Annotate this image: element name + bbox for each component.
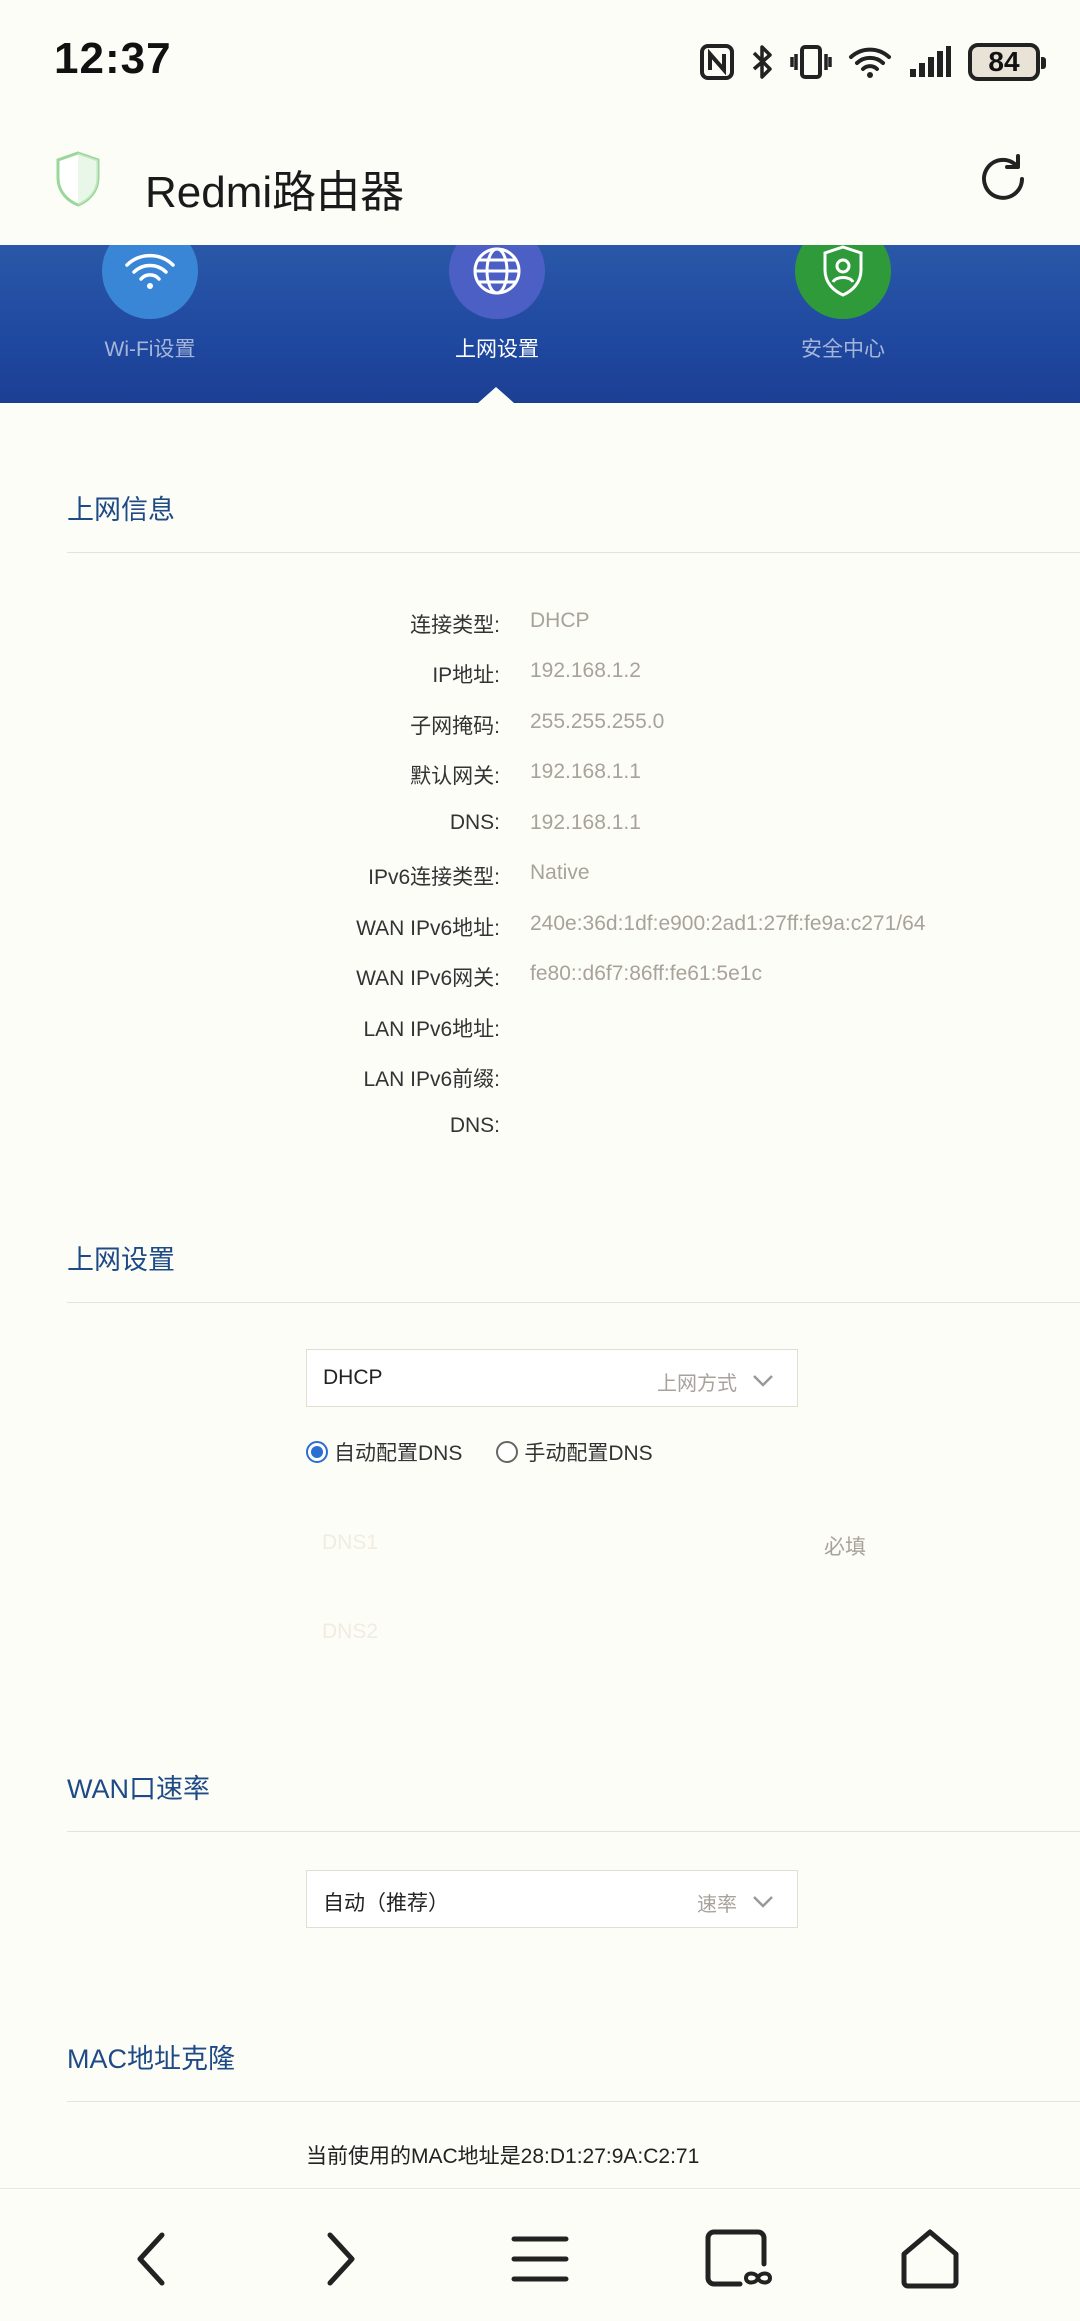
browser-bottom-nav xyxy=(0,2188,1080,2321)
info-row-ip: IP地址: 192.168.1.2 xyxy=(0,659,1080,693)
refresh-icon[interactable] xyxy=(974,150,1032,208)
cell-signal-icon xyxy=(910,46,951,77)
info-row-wan-ipv6-gateway: WAN IPv6网关: fe80::d6f7:86ff:fe61:5e1c xyxy=(0,962,1080,996)
chevron-down-icon xyxy=(753,1896,773,1908)
wan-speed-select[interactable]: 自动（推荐） 速率 xyxy=(306,1870,798,1928)
info-key: 子网掩码: xyxy=(410,715,500,738)
current-mac-text: 当前使用的MAC地址是28:D1:27:9A:C2:71 xyxy=(306,2145,700,2168)
info-row-wan-ipv6-address: WAN IPv6地址: 240e:36d:1df:e900:2ad1:27ff:f… xyxy=(0,912,1080,946)
forward-button[interactable] xyxy=(300,2227,380,2291)
tab-wifi-settings[interactable]: Wi-Fi设置 xyxy=(50,245,250,363)
info-key: IP地址: xyxy=(432,664,500,687)
divider xyxy=(67,1831,1080,1832)
dns2-placeholder: DNS2 xyxy=(322,1620,379,1643)
dns-manual-radio[interactable] xyxy=(496,1441,519,1463)
shield-logo-icon xyxy=(56,151,100,207)
bluetooth-icon xyxy=(752,45,772,79)
tab-security-center[interactable]: 安全中心 xyxy=(743,245,943,363)
info-value: Native xyxy=(530,861,590,884)
vibrate-icon xyxy=(790,45,832,79)
tabs-icon xyxy=(705,2229,773,2287)
back-button[interactable] xyxy=(112,2227,192,2291)
connection-mode-select[interactable]: DHCP 上网方式 xyxy=(306,1349,798,1407)
info-key: LAN IPv6地址: xyxy=(363,1018,500,1041)
tab-security-circle xyxy=(795,245,891,319)
home-icon xyxy=(901,2229,959,2289)
tabs-button[interactable] xyxy=(700,2227,780,2291)
divider xyxy=(67,2101,1080,2102)
chevron-right-icon xyxy=(327,2232,355,2286)
shield-user-icon xyxy=(823,245,863,297)
connection-mode-value: DHCP xyxy=(323,1366,383,1389)
settings-tab-bar: Wi-Fi设置 上网设置 安全中心 xyxy=(0,245,1080,403)
menu-icon xyxy=(511,2236,569,2282)
dns1-required-label: 必填 xyxy=(824,1536,866,1559)
tab-wifi-circle xyxy=(102,245,198,319)
chevron-left-icon xyxy=(137,2232,165,2286)
internet-settings-title: 上网设置 xyxy=(67,1245,175,1275)
info-value: 255.255.255.0 xyxy=(530,710,665,733)
info-key: DNS: xyxy=(449,811,500,834)
tab-internet-label: 上网设置 xyxy=(455,338,539,361)
info-key: WAN IPv6地址: xyxy=(356,917,500,940)
globe-icon xyxy=(473,247,521,295)
info-key: LAN IPv6前缀: xyxy=(363,1068,500,1091)
home-button[interactable] xyxy=(890,2227,970,2291)
dns1-field[interactable]: DNS1 必填 xyxy=(306,1515,866,1571)
info-value: 240e:36d:1df:e900:2ad1:27ff:fe9a:c271/64 xyxy=(530,912,926,935)
nfc-icon xyxy=(700,44,734,80)
info-row-connection-type: 连接类型: DHCP xyxy=(0,609,1080,643)
dns1-placeholder: DNS1 xyxy=(322,1531,379,1554)
chevron-down-icon xyxy=(753,1375,773,1387)
status-bar: 12:37 84 xyxy=(0,0,1080,120)
battery-indicator: 84 xyxy=(968,43,1046,81)
info-key: 连接类型: xyxy=(410,614,500,637)
battery-level: 84 xyxy=(988,46,1020,77)
dns-auto-label: 自动配置DNS xyxy=(334,1442,463,1465)
wifi-signal-icon xyxy=(849,47,891,78)
info-key: IPv6连接类型: xyxy=(368,866,500,889)
info-value: fe80::d6f7:86ff:fe61:5e1c xyxy=(530,962,762,985)
info-key: DNS: xyxy=(449,1114,500,1137)
info-row-ipv6-type: IPv6连接类型: Native xyxy=(0,861,1080,895)
tab-security-label: 安全中心 xyxy=(801,338,885,361)
wan-speed-value: 自动（推荐） xyxy=(323,1892,449,1915)
info-value: 192.168.1.1 xyxy=(530,811,641,834)
tab-internet-circle xyxy=(449,245,545,319)
app-header: Redmi路由器 xyxy=(0,120,1080,245)
menu-button[interactable] xyxy=(500,2227,580,2291)
info-row-lan-ipv6-address: LAN IPv6地址: xyxy=(0,1013,1080,1047)
wan-speed-hint: 速率 xyxy=(697,1894,737,1916)
wan-speed-title: WAN口速率 xyxy=(67,1774,210,1804)
dns2-field[interactable]: DNS2 xyxy=(306,1604,866,1660)
connection-mode-hint: 上网方式 xyxy=(657,1373,737,1395)
info-row-ipv6-dns: DNS: xyxy=(0,1114,1080,1148)
dns-auto-radio[interactable] xyxy=(306,1441,328,1463)
info-value: 192.168.1.1 xyxy=(530,760,641,783)
divider xyxy=(67,552,1080,553)
wifi-icon xyxy=(125,253,175,289)
app-title: Redmi路由器 xyxy=(145,168,405,217)
info-row-dns: DNS: 192.168.1.1 xyxy=(0,811,1080,845)
tab-wifi-label: Wi-Fi设置 xyxy=(104,338,196,361)
info-key: 默认网关: xyxy=(410,765,500,788)
info-row-subnet-mask: 子网掩码: 255.255.255.0 xyxy=(0,710,1080,744)
info-value: DHCP xyxy=(530,609,590,632)
info-row-gateway: 默认网关: 192.168.1.1 xyxy=(0,760,1080,794)
internet-info-title: 上网信息 xyxy=(67,495,175,525)
active-tab-pointer xyxy=(478,387,514,403)
info-key: WAN IPv6网关: xyxy=(356,967,500,990)
mac-clone-title: MAC地址克隆 xyxy=(67,2044,235,2074)
info-row-lan-ipv6-prefix: LAN IPv6前缀: xyxy=(0,1063,1080,1097)
info-value: 192.168.1.2 xyxy=(530,659,641,682)
dns-manual-label: 手动配置DNS xyxy=(524,1442,653,1465)
tab-internet-settings[interactable]: 上网设置 xyxy=(397,245,597,363)
status-icons: 84 xyxy=(700,38,1046,86)
divider xyxy=(67,1302,1080,1303)
status-time: 12:37 xyxy=(54,34,172,83)
dns-mode-group: 自动配置DNS 手动配置DNS xyxy=(306,1437,653,1467)
